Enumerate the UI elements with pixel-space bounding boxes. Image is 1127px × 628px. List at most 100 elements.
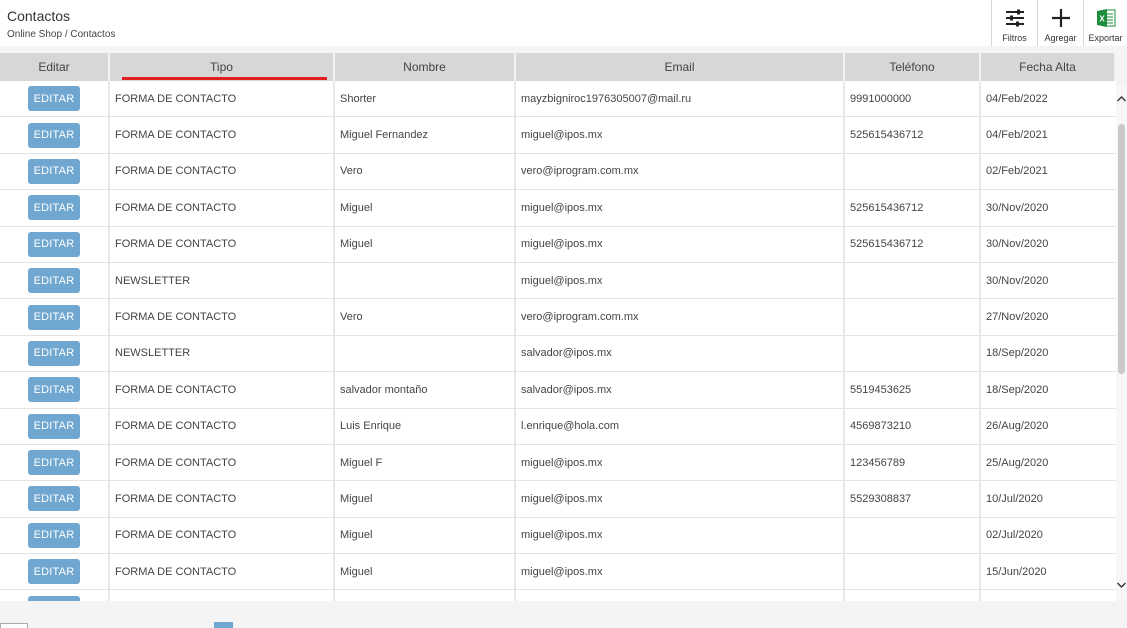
cell-telefono: 525615436712 [845,190,981,226]
cell-fecha-alta: 18/Sep/2020 [986,383,1049,396]
cell-telefono: 525615436712 [845,117,981,153]
current-page-button[interactable] [214,622,233,628]
edit-button[interactable]: EDITAR [28,340,80,366]
column-header-email[interactable]: Email [516,53,845,81]
cell-email: miguel@ipos.mx [516,262,845,299]
cell-fecha-alta: 18/Sep/2020 [986,347,1049,360]
cell-email: miguel@ipos.mx [516,554,845,590]
cell-nombre: Miguel [335,226,516,262]
table-body: EDITAR FORMA DE CONTACTO Shorter mayzbignir… [0,81,1116,601]
cell-nombre: Miguel [335,190,516,226]
contacts-table: Editar Tipo Nombre Email Teléfono Fecha … [0,53,1116,601]
cell-nombre [335,335,516,372]
cell-editar: EDITAR [0,81,110,117]
cell-editar: EDITAR [0,481,110,517]
cell-tipo: FORMA DE CONTACTO [110,81,335,117]
cell-email: miguel@ipos.mx [516,481,845,517]
sliders-icon [1005,9,1024,27]
cell-editar: EDITAR [0,226,110,262]
table-row[interactable]: EDITAR FORMA DE CONTACTO Vero vero@iprogram… [0,153,1116,191]
add-button[interactable]: Agregar [1037,0,1083,46]
cell-nombre: Shorter [335,81,516,117]
cell-editar: EDITAR [0,372,110,408]
cell-nombre: Vero [335,299,516,335]
table-row[interactable]: EDITAR NEWSLETTER salvador@ipos.mx 18/Sep/2… [0,335,1116,373]
edit-button[interactable]: EDITAR [28,450,80,476]
cell-tipo: FORMA DE CONTACTO [110,444,335,481]
edit-button[interactable]: EDITAR [28,268,80,294]
export-label: Exportar [1088,33,1123,43]
page-size-select[interactable] [0,623,28,628]
cell-email: miguel@ipos.mx [516,117,845,153]
table-row[interactable]: EDITAR [0,590,1116,601]
topbar: Contactos Online Shop / Contactos Filtro… [0,0,1127,46]
chevron-down-icon[interactable] [1116,578,1127,592]
cell-nombre [335,590,516,601]
cell-email: salvador@ipos.mx [516,335,845,372]
cell-telefono [845,517,981,554]
cell-fecha-alta: 02/Feb/2021 [986,165,1048,178]
table-row[interactable]: EDITAR FORMA DE CONTACTO Miguel miguel@ipos… [0,554,1116,591]
table-row[interactable]: EDITAR FORMA DE CONTACTO Miguel miguel@ipos… [0,481,1116,518]
cell-editar: EDITAR [0,153,110,190]
column-header-nombre[interactable]: Nombre [335,53,516,81]
edit-button[interactable]: EDITAR [28,304,80,330]
cell-email: miguel@ipos.mx [516,190,845,226]
edit-button[interactable]: EDITAR [28,559,80,585]
cell-email [516,590,845,601]
table-row[interactable]: EDITAR FORMA DE CONTACTO salvador montaño s… [0,372,1116,409]
filters-button[interactable]: Filtros [991,0,1037,46]
page-title: Contactos [7,8,71,24]
cell-nombre: Miguel [335,481,516,517]
table-row[interactable]: EDITAR FORMA DE CONTACTO Miguel miguel@ipos… [0,517,1116,555]
cell-nombre: Miguel F [335,444,516,481]
vertical-scrollbar[interactable] [1116,86,1127,600]
edit-button[interactable]: EDITAR [28,377,80,403]
edit-button[interactable]: EDITAR [28,122,80,148]
cell-telefono: 5519453625 [845,372,981,408]
cell-email: vero@iprogram.com.mx [516,153,845,190]
cell-editar: EDITAR [0,262,110,299]
edit-button[interactable]: EDITAR [28,195,80,221]
column-header-fecha-alta[interactable]: Fecha Alta [981,53,1116,81]
breadcrumb[interactable]: Online Shop / Contactos [7,29,115,40]
cell-email: mayzbigniroc1976305007@mail.ru [516,81,845,117]
table-row[interactable]: EDITAR FORMA DE CONTACTO Miguel Fmiguel@ip… [0,444,1116,482]
cell-fecha-alta: 30/Nov/2020 [986,274,1049,287]
column-header-telefono[interactable]: Teléfono [845,53,981,81]
edit-button[interactable]: EDITAR [28,86,80,112]
cell-editar: EDITAR [0,590,110,601]
cell-editar: EDITAR [0,190,110,226]
cell-telefono: 9991000000 [845,81,981,117]
cell-fecha-alta: 04/Feb/2022 [986,92,1048,105]
table-row[interactable]: EDITAR FORMA DE CONTACTO Vero vero@iprogram… [0,299,1116,336]
cell-nombre: Miguel Fernandez [335,117,516,153]
cell-email: vero@iprogram.com.mx [516,299,845,335]
export-button[interactable]: X Exportar [1083,0,1127,46]
cell-nombre: Vero [335,153,516,190]
scrollbar-thumb[interactable] [1118,124,1125,374]
table-row[interactable]: EDITAR NEWSLETTER miguel@ipos.mx 30/Nov/202… [0,262,1116,300]
edit-button[interactable]: EDITAR [28,231,80,257]
edit-button[interactable]: EDITAR [28,413,80,439]
table-row[interactable]: EDITAR FORMA DE CONTACTO Miguel miguel@ipos… [0,190,1116,227]
table-row[interactable]: EDITAR FORMA DE CONTACTO Luis Enrique l.enr… [0,408,1116,445]
edit-button[interactable]: EDITAR [28,158,80,184]
cell-fecha-alta: 25/Aug/2020 [986,456,1049,469]
table-row[interactable]: EDITAR FORMA DE CONTACTO Shorter mayzbignir… [0,81,1116,118]
cell-editar: EDITAR [0,554,110,590]
edit-button[interactable]: EDITAR [28,486,80,512]
cell-fecha-alta: 30/Nov/2020 [986,238,1049,251]
table-row[interactable]: EDITAR FORMA DE CONTACTO Miguel miguel@ipos… [0,226,1116,263]
cell-fecha-alta: 30/Nov/2020 [986,201,1049,214]
chevron-up-icon[interactable] [1116,92,1127,106]
cell-fecha-alta: 10/Jul/2020 [986,492,1043,505]
cell-fecha-alta: 04/Feb/2021 [986,129,1048,142]
add-label: Agregar [1044,33,1077,43]
cell-telefono: 525615436712 [845,226,981,262]
table-row[interactable]: EDITAR FORMA DE CONTACTO Miguel Fernandez m… [0,117,1116,154]
edit-button[interactable]: EDITAR [28,522,80,548]
cell-telefono [845,335,981,372]
column-header-editar[interactable]: Editar [0,53,110,81]
excel-icon: X [1096,9,1115,27]
